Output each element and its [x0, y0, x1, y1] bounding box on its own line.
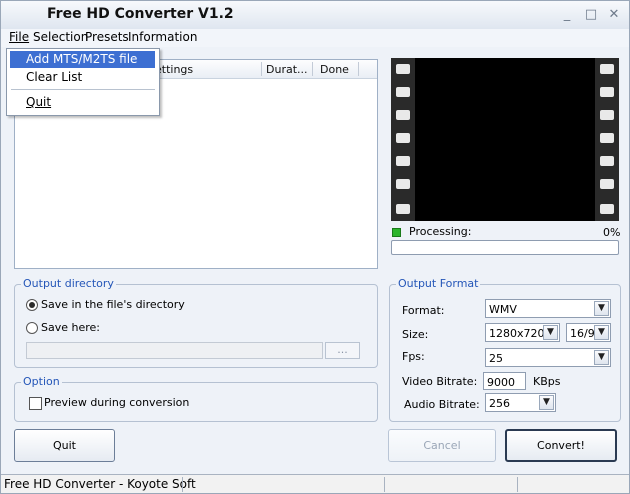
- format-value: WMV: [489, 303, 517, 316]
- menu-information[interactable]: Information: [128, 30, 197, 44]
- fps-label: Fps:: [402, 350, 425, 363]
- output-directory-title: Output directory: [21, 277, 116, 290]
- preview-checkbox-label[interactable]: Preview during conversion: [44, 396, 189, 409]
- app-window: Free HD Converter V1.2 _ □ ✕ File Select…: [0, 0, 630, 494]
- radio-icon[interactable]: [26, 322, 38, 334]
- size-select[interactable]: 1280x720 ▼: [485, 323, 560, 342]
- chevron-down-icon[interactable]: ▼: [594, 325, 609, 340]
- menu-separator: [11, 89, 155, 90]
- audio-bitrate-value: 256: [489, 397, 510, 410]
- video-screen: [417, 61, 593, 218]
- option-group-title: Option: [21, 375, 62, 388]
- output-format-title: Output Format: [396, 277, 481, 290]
- maximize-button[interactable]: □: [583, 7, 599, 23]
- audio-bitrate-select[interactable]: 256 ▼: [485, 393, 556, 412]
- save-same-dir-label[interactable]: Save in the file's directory: [41, 298, 185, 311]
- menu-item-clear-list[interactable]: Clear List: [10, 69, 155, 86]
- chevron-down-icon[interactable]: ▼: [594, 350, 609, 365]
- menu-bar: File Selection Presets Information: [1, 29, 629, 47]
- video-bitrate-input[interactable]: 9000: [483, 372, 526, 390]
- format-select[interactable]: WMV ▼: [485, 299, 611, 318]
- fps-value: 25: [489, 352, 503, 365]
- progress-percent: 0%: [603, 226, 621, 239]
- close-button[interactable]: ✕: [606, 7, 622, 23]
- output-format-group: Output Format Format: WMV ▼ Size: 1280x7…: [389, 277, 621, 422]
- convert-button[interactable]: Convert!: [505, 429, 617, 462]
- video-bitrate-unit: KBps: [533, 375, 561, 388]
- menu-presets[interactable]: Presets: [85, 30, 129, 44]
- aspect-select[interactable]: 16/9 ▼: [566, 323, 611, 342]
- film-strip-left: [391, 58, 415, 221]
- menu-item-quit[interactable]: Quit: [10, 94, 155, 111]
- progress-bar: [391, 240, 619, 255]
- status-text: Free HD Converter - Koyote Soft: [4, 477, 196, 491]
- output-path-input[interactable]: [26, 342, 323, 359]
- save-here-label[interactable]: Save here:: [41, 321, 100, 334]
- option-group: Option Preview during conversion: [14, 375, 378, 422]
- column-duration[interactable]: Durat...: [266, 63, 308, 76]
- chevron-down-icon[interactable]: ▼: [543, 325, 558, 340]
- output-directory-group: Output directory Save in the file's dire…: [14, 277, 378, 368]
- preview-checkbox[interactable]: [29, 397, 42, 410]
- size-value: 1280x720: [489, 327, 545, 340]
- menu-item-add-mts[interactable]: Add MTS/M2TS file: [10, 51, 155, 68]
- column-done[interactable]: Done: [320, 63, 349, 76]
- aspect-value: 16/9: [570, 327, 595, 340]
- audio-bitrate-label: Audio Bitrate:: [404, 398, 480, 411]
- film-strip-right: [595, 58, 619, 221]
- minimize-button[interactable]: _: [559, 7, 575, 23]
- fps-select[interactable]: 25 ▼: [485, 348, 611, 367]
- processing-label: Processing:: [409, 225, 472, 238]
- status-bar: Free HD Converter - Koyote Soft: [1, 474, 629, 493]
- chevron-down-icon[interactable]: ▼: [594, 301, 609, 316]
- quit-button[interactable]: Quit: [14, 429, 115, 462]
- file-menu-dropdown: Add MTS/M2TS file Clear List Quit: [6, 48, 160, 116]
- size-label: Size:: [402, 328, 429, 341]
- format-label: Format:: [402, 304, 445, 317]
- radio-icon[interactable]: [26, 299, 38, 311]
- column-settings[interactable]: ettings: [155, 63, 193, 76]
- menu-selection[interactable]: Selection: [33, 30, 88, 44]
- chevron-down-icon[interactable]: ▼: [539, 395, 554, 410]
- menu-file[interactable]: File: [9, 30, 29, 44]
- video-preview: [391, 58, 619, 221]
- led-icon: [392, 228, 401, 237]
- title-bar[interactable]: Free HD Converter V1.2 _ □ ✕: [1, 1, 629, 30]
- video-bitrate-label: Video Bitrate:: [402, 375, 478, 388]
- window-title: Free HD Converter V1.2: [47, 6, 234, 22]
- cancel-button[interactable]: Cancel: [388, 429, 496, 462]
- browse-button[interactable]: ...: [325, 342, 360, 359]
